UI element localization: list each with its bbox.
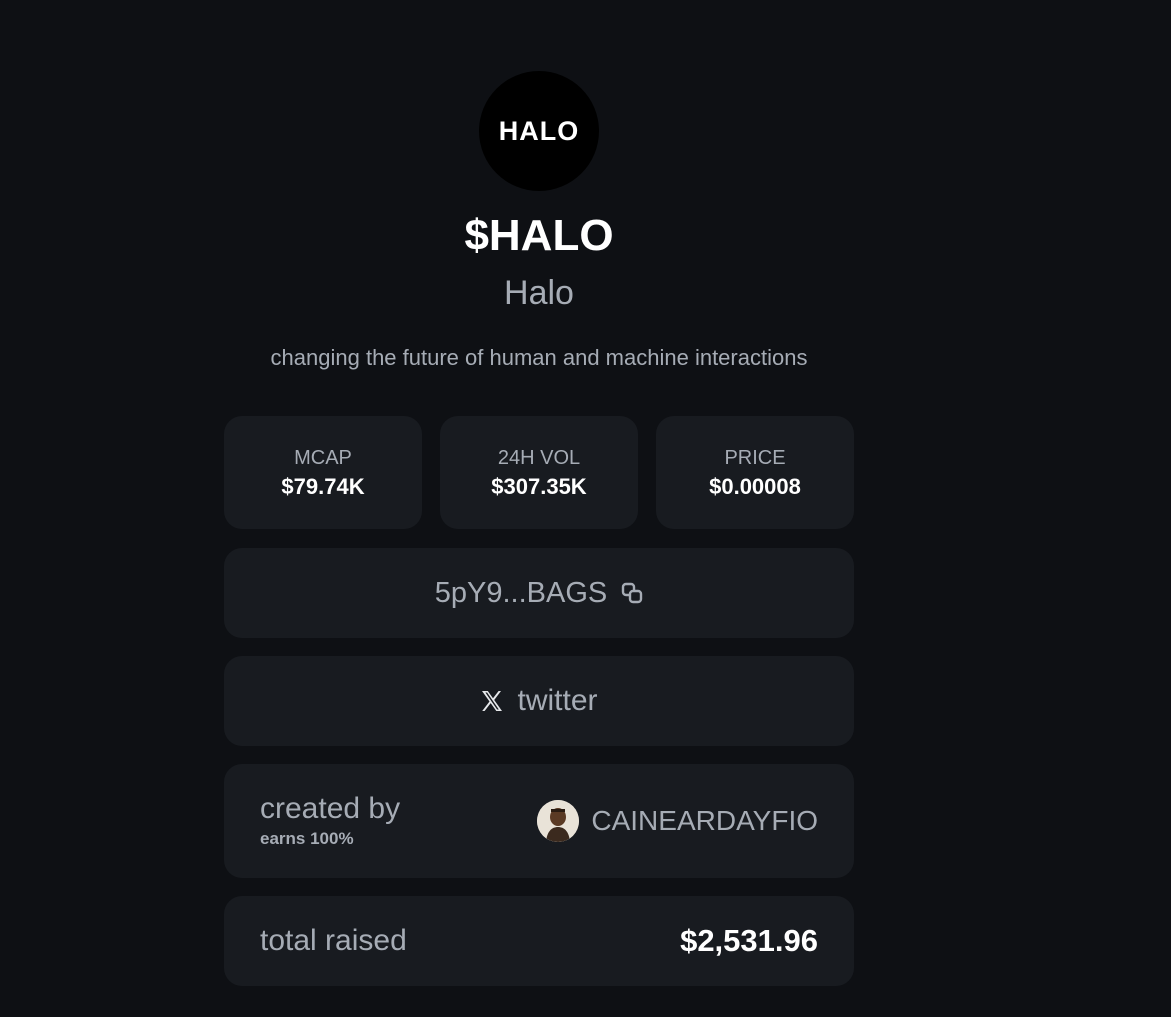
created-by-label: created by	[260, 792, 401, 825]
stat-card-volume: 24H VOL $307.35K	[440, 416, 638, 529]
stat-value-mcap: $79.74K	[281, 473, 365, 499]
contract-address-text: 5pY9...BAGS	[434, 576, 608, 609]
stat-card-price: PRICE $0.00008	[656, 416, 854, 529]
x-icon	[480, 689, 504, 713]
copy-icon[interactable]	[621, 582, 643, 604]
token-logo-text: HALO	[498, 115, 580, 146]
token-ticker: $HALO	[464, 211, 614, 260]
creator-info: created by earns 100%	[260, 791, 400, 851]
stat-card-mcap: MCAP $79.74K	[224, 416, 422, 529]
stat-value-volume: $307.35K	[491, 473, 587, 499]
stat-label-mcap: MCAP	[294, 446, 352, 469]
contract-address-button[interactable]: 5pY9...BAGS	[224, 548, 854, 638]
token-description: changing the future of human and machine…	[270, 345, 808, 370]
stat-label-price: PRICE	[724, 446, 786, 469]
token-logo: HALO	[479, 71, 599, 191]
creator-card: created by earns 100% CAINEARDAYFIO	[224, 764, 854, 878]
creator-avatar[interactable]	[537, 800, 580, 842]
token-name: Halo	[504, 274, 574, 312]
creator-profile-link[interactable]: CAINEARDAYFIO	[537, 800, 818, 842]
creator-username[interactable]: CAINEARDAYFIO	[591, 805, 818, 837]
total-raised-label: total raised	[260, 924, 407, 957]
twitter-link[interactable]: twitter	[224, 656, 854, 746]
token-page: HALO $HALO Halo changing the future of h…	[0, 0, 1171, 1017]
total-raised-value: $2,531.96	[680, 923, 818, 958]
stat-label-volume: 24H VOL	[497, 446, 581, 469]
twitter-label: twitter	[517, 684, 598, 717]
creator-earns: earns 100%	[260, 829, 354, 848]
total-raised-card: total raised $2,531.96	[224, 896, 854, 986]
stat-value-price: $0.00008	[709, 473, 801, 499]
